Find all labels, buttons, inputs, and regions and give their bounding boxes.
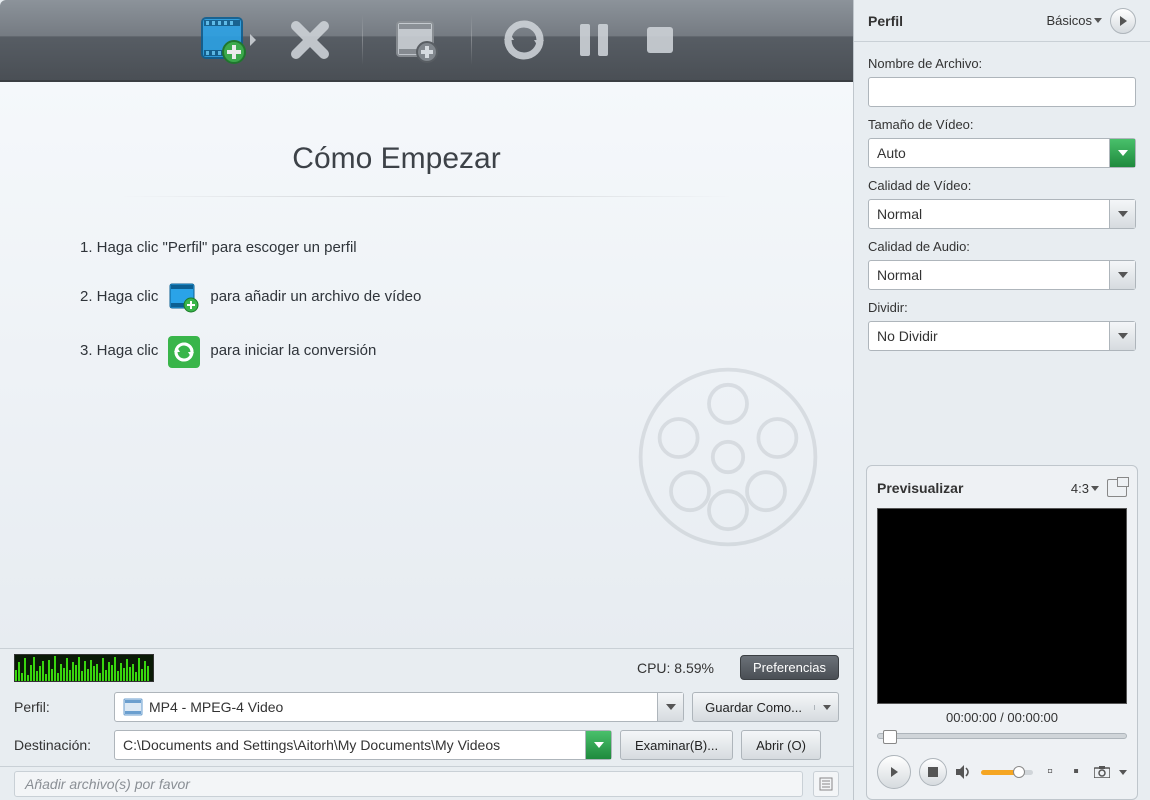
step-1: 1. Haga clic "Perfil" para escoger un pe…: [80, 237, 773, 260]
videosize-select[interactable]: Auto: [868, 138, 1136, 168]
videoquality-label: Calidad de Vídeo:: [868, 178, 1136, 193]
chevron-down-icon: [1109, 261, 1135, 289]
profile-value: MP4 - MPEG-4 Video: [149, 699, 657, 715]
stop-button[interactable]: [642, 13, 678, 67]
filename-label: Nombre de Archivo:: [868, 56, 1136, 71]
stop-preview-button[interactable]: [919, 758, 947, 786]
main-toolbar: [0, 0, 853, 82]
volume-slider[interactable]: [981, 770, 1033, 775]
seek-slider[interactable]: [877, 733, 1127, 745]
side-header: Perfil Básicos: [854, 0, 1150, 42]
chevron-down-icon: [1109, 139, 1135, 167]
profile-combo[interactable]: MP4 - MPEG-4 Video: [114, 692, 684, 722]
videosize-value: Auto: [877, 145, 1109, 161]
destination-value: C:\Documents and Settings\Aitorh\My Docu…: [123, 737, 585, 753]
status-bar: Añadir archivo(s) por favor: [0, 766, 853, 800]
apply-profile-button[interactable]: [1110, 8, 1136, 34]
cpu-graph: [14, 654, 154, 682]
chevron-down-icon: [657, 693, 683, 721]
add-video-button[interactable]: [200, 13, 258, 67]
step-1-text: 1. Haga clic "Perfil" para escoger un pe…: [80, 237, 357, 260]
status-text: Añadir archivo(s) por favor: [14, 771, 803, 797]
preview-title: Previsualizar: [877, 480, 1063, 496]
film-add-icon: [168, 282, 200, 314]
split-value: No Dividir: [877, 328, 1109, 344]
refresh-icon: [168, 336, 200, 368]
step-3-text-a: 3. Haga clic: [80, 340, 158, 363]
step-2-text-b: para añadir un archivo de vídeo: [210, 286, 421, 309]
video-preview: [877, 508, 1127, 704]
snapshot-menu-icon[interactable]: [1119, 770, 1127, 775]
save-as-label: Guardar Como...: [693, 693, 814, 721]
open-button[interactable]: Abrir (O): [741, 730, 821, 760]
snapshot-button[interactable]: [1093, 763, 1111, 781]
filename-input[interactable]: [868, 77, 1136, 107]
aspect-ratio-dropdown[interactable]: 4:3: [1071, 481, 1099, 496]
audioquality-value: Normal: [877, 267, 1109, 283]
videosize-label: Tamaño de Vídeo:: [868, 117, 1136, 132]
cpu-bar: CPU: 8.59% Preferencias: [0, 648, 853, 686]
profile-mode-dropdown[interactable]: Básicos: [1046, 13, 1102, 28]
toolbar-divider: [471, 15, 472, 65]
chevron-down-icon: [585, 731, 611, 759]
step-3-text-b: para iniciar la conversión: [210, 340, 376, 363]
preview-panel: Previsualizar 4:3 00:00:00 / 00:00:00 ▫ …: [866, 465, 1138, 800]
popout-icon[interactable]: [1107, 479, 1127, 497]
workspace: Cómo Empezar 1. Haga clic "Perfil" para …: [0, 82, 853, 648]
film-reel-watermark: [633, 362, 823, 552]
remove-button[interactable]: [288, 13, 332, 67]
chevron-down-icon: [1109, 200, 1135, 228]
log-button[interactable]: [813, 771, 839, 797]
profile-row: Perfil: MP4 - MPEG-4 Video Guardar Como.…: [14, 692, 839, 722]
destination-row: Destinación: C:\Documents and Settings\A…: [14, 730, 839, 760]
convert-button[interactable]: [502, 13, 546, 67]
split-select[interactable]: No Dividir: [868, 321, 1136, 351]
add-to-queue-button[interactable]: [393, 13, 441, 67]
browse-button[interactable]: Examinar(B)...: [620, 730, 733, 760]
step-2-text-a: 2. Haga clic: [80, 286, 158, 309]
cpu-usage-text: CPU: 8.59%: [637, 660, 714, 676]
play-button[interactable]: [877, 755, 911, 789]
destination-label: Destinación:: [14, 737, 106, 753]
mark-out-button[interactable]: ▪: [1067, 763, 1085, 781]
chevron-down-icon: [814, 705, 838, 710]
split-label: Dividir:: [868, 300, 1136, 315]
destination-combo[interactable]: C:\Documents and Settings\Aitorh\My Docu…: [114, 730, 612, 760]
audioquality-label: Calidad de Audio:: [868, 239, 1136, 254]
chevron-down-icon: [1109, 322, 1135, 350]
volume-icon[interactable]: [955, 763, 973, 781]
time-display: 00:00:00 / 00:00:00: [877, 710, 1127, 725]
save-profile-as-button[interactable]: Guardar Como...: [692, 692, 839, 722]
toolbar-divider: [362, 15, 363, 65]
pause-button[interactable]: [576, 13, 612, 67]
getting-started-title: Cómo Empezar: [20, 142, 773, 176]
aspect-ratio-value: 4:3: [1071, 481, 1089, 496]
mark-in-button[interactable]: ▫: [1041, 763, 1059, 781]
profile-mode-label: Básicos: [1046, 13, 1092, 28]
step-2: 2. Haga clic para añadir un archivo de v…: [80, 282, 773, 314]
side-title: Perfil: [868, 13, 903, 29]
profile-label: Perfil:: [14, 699, 106, 715]
preferences-button[interactable]: Preferencias: [740, 655, 839, 680]
videoquality-value: Normal: [877, 206, 1109, 222]
audioquality-select[interactable]: Normal: [868, 260, 1136, 290]
videoquality-select[interactable]: Normal: [868, 199, 1136, 229]
